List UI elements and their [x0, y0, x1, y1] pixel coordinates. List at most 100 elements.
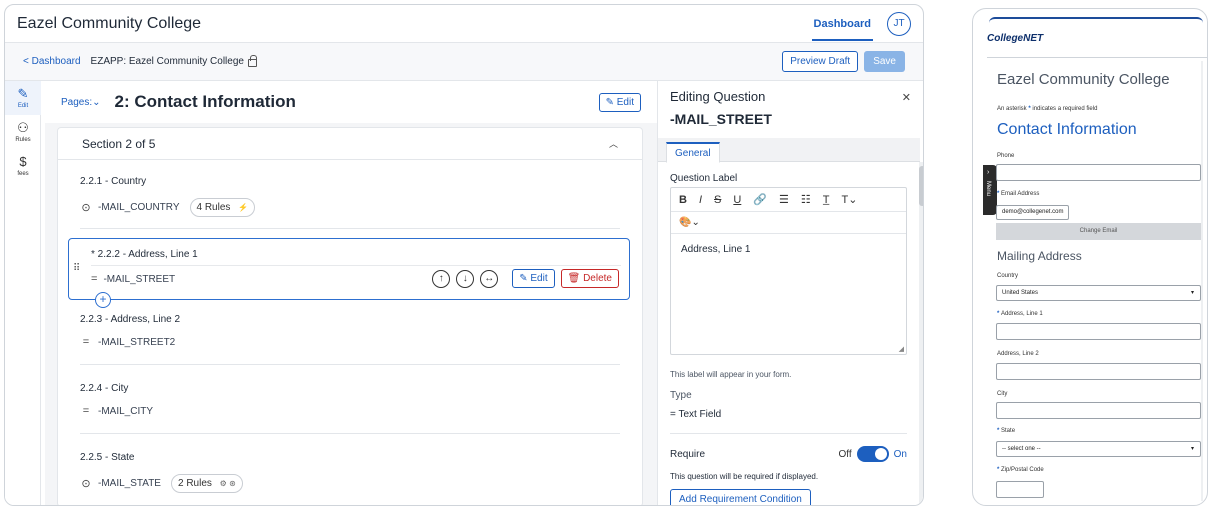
state-label-text: State: [1001, 428, 1016, 434]
bulleted-list-icon[interactable]: ☰: [779, 193, 789, 206]
menu-tab[interactable]: › Menu: [983, 165, 997, 215]
rte-content[interactable]: Address, Line 1: [671, 234, 906, 265]
resize-handle-icon[interactable]: ◢: [899, 345, 904, 353]
dropdown-icon: ⊙: [81, 202, 91, 214]
address1-input[interactable]: [996, 323, 1201, 340]
rich-text-editor[interactable]: B I S U 🔗 ☰ ☷ T̲ T⌄ 🎨⌄ Address, Line 1 ◢: [670, 187, 907, 355]
editing-panel: Editing Question -MAIL_STREET ✕ General …: [657, 81, 923, 505]
address2-input[interactable]: [996, 363, 1201, 380]
text-size-icon[interactable]: T⌄: [842, 193, 858, 206]
underline-icon[interactable]: U: [733, 194, 741, 206]
phone-input[interactable]: [996, 164, 1201, 181]
link-icon[interactable]: 🔗: [753, 193, 767, 206]
rules-count: 4 Rules: [196, 202, 231, 213]
country-value: United States: [1002, 290, 1039, 296]
move-horizontal-icon[interactable]: ↔: [480, 269, 499, 288]
pencil-icon: ✎: [17, 86, 29, 101]
avatar[interactable]: JT: [887, 11, 911, 36]
preview-section-title: Contact Information: [997, 121, 1137, 138]
country-label: Country: [997, 273, 1019, 279]
rules-chip[interactable]: 4 Rules ⚡: [189, 198, 256, 217]
change-email-button[interactable]: Change Email: [996, 223, 1201, 240]
save-button[interactable]: Save: [864, 51, 905, 72]
section-card: Section 2 of 5 ︿ 2.2.1 - Country ⊙ -MAIL…: [57, 127, 643, 505]
question-label: 2.2.1 - Country: [80, 176, 147, 187]
rail-item-rules[interactable]: ⚇ Rules: [5, 115, 41, 149]
close-icon[interactable]: ✕: [902, 91, 911, 104]
type-value: = Text Field: [670, 409, 722, 420]
preview-draft-button[interactable]: Preview Draft: [782, 51, 859, 72]
chevron-right-icon: ›: [987, 169, 990, 176]
divider: [91, 265, 621, 266]
rail-item-fees[interactable]: $ fees: [5, 149, 41, 183]
rail-item-edit[interactable]: ✎ Edit: [5, 81, 41, 115]
move-up-icon[interactable]: ↑: [432, 269, 451, 288]
screen: Eazel Community College Dashboard JT < D…: [0, 0, 1212, 510]
mobile-preview: CollegeNET › Menu Eazel Community Colleg…: [972, 8, 1208, 506]
question-item[interactable]: 2.2.1 - Country ⊙ -MAIL_COUNTRY 4 Rules …: [80, 176, 620, 217]
rule-type-icon: ⚙ ⊛: [219, 479, 236, 488]
question-edit-button[interactable]: ✎ Edit: [512, 269, 555, 288]
drag-handle-icon[interactable]: ⠿: [73, 263, 80, 274]
rules-chip[interactable]: 2 Rules ⚙ ⊛: [170, 474, 243, 493]
divider: [80, 364, 620, 365]
nav-dashboard[interactable]: Dashboard: [811, 7, 873, 41]
rte-toolbar: B I S U 🔗 ☰ ☷ T̲ T⌄: [671, 188, 906, 212]
country-select[interactable]: United States ▾: [996, 285, 1201, 301]
italic-icon[interactable]: I: [699, 194, 702, 206]
toggle-on-label: On: [893, 448, 907, 460]
dropdown-icon: ⊙: [81, 478, 91, 490]
top-bar: Eazel Community College Dashboard JT: [5, 5, 923, 43]
address1-label: * Address, Line 1: [997, 311, 1043, 317]
tab-general[interactable]: General: [666, 142, 720, 163]
palette-icon[interactable]: 🎨⌄: [679, 217, 700, 228]
zip-label: * Zip/Postal Code: [997, 467, 1044, 473]
city-input[interactable]: [996, 402, 1201, 419]
question-item-selected[interactable]: ⠿ * 2.2.2 - Address, Line 1 = -MAIL_STRE…: [68, 238, 630, 308]
question-field-name: -MAIL_COUNTRY: [98, 202, 180, 213]
require-caption: Require: [670, 449, 706, 460]
move-down-icon[interactable]: ↓: [456, 269, 475, 288]
question-item[interactable]: 2.2.3 - Address, Line 2 = -MAIL_STREET2: [80, 314, 620, 348]
rail-label: Rules: [15, 137, 31, 143]
question-field-name: -MAIL_CITY: [98, 405, 154, 417]
page-edit-button[interactable]: ✎ Edit: [598, 92, 641, 112]
question-label: 2.2.5 - State: [80, 452, 135, 463]
lightning-icon: ⚡: [238, 203, 249, 212]
text-field-icon: =: [91, 273, 98, 285]
preview-scrollbar[interactable]: [1201, 61, 1203, 501]
address1-label-text: Address, Line 1: [1001, 311, 1043, 317]
clear-format-icon[interactable]: T̲: [823, 194, 830, 206]
zip-input[interactable]: [996, 481, 1044, 498]
state-value: -- select one --: [1002, 446, 1041, 452]
page-header: Pages:⌄ 2: Contact Information ✎ Edit: [45, 81, 657, 123]
add-requirement-condition-button[interactable]: Add Requirement Condition: [670, 489, 811, 505]
bold-icon[interactable]: B: [679, 194, 687, 206]
add-question-icon[interactable]: +: [95, 292, 111, 308]
address2-label: Address, Line 2: [997, 351, 1039, 357]
question-item[interactable]: 2.2.5 - State ⊙ -MAIL_STATE 2 Rules ⚙ ⊛: [80, 452, 620, 493]
require-toggle[interactable]: [856, 446, 889, 462]
section-header[interactable]: Section 2 of 5 ︿: [58, 128, 642, 160]
rules-count: 2 Rules: [177, 478, 212, 489]
strikethrough-icon[interactable]: S: [714, 194, 721, 206]
menu-label: Menu: [985, 181, 991, 197]
chevron-up-icon[interactable]: ︿: [609, 137, 618, 150]
question-actions: ↑ ↓ ↔ ✎ Edit 🗑 Delete: [426, 269, 619, 288]
state-select[interactable]: -- select one -- ▾: [996, 441, 1201, 457]
question-label: * 2.2.2 - Address, Line 1: [91, 249, 198, 260]
pages-dropdown[interactable]: Pages:⌄: [61, 97, 101, 108]
email-value: demo@collegenet.com: [996, 205, 1070, 220]
question-label: 2.2.3 - Address, Line 2: [80, 314, 181, 325]
text-field-icon: =: [82, 405, 90, 417]
question-item[interactable]: 2.2.4 - City = -MAIL_CITY: [80, 383, 620, 417]
question-list-pane: Section 2 of 5 ︿ 2.2.1 - Country ⊙ -MAIL…: [45, 123, 657, 505]
rules-icon: ⚇: [17, 120, 29, 135]
chevron-down-icon: ▾: [1190, 290, 1194, 296]
numbered-list-icon[interactable]: ☷: [801, 193, 811, 206]
breadcrumb-dashboard-link[interactable]: < Dashboard: [23, 56, 81, 67]
text-field-icon: =: [82, 336, 90, 348]
panel-scrollbar[interactable]: [919, 162, 923, 505]
question-delete-button[interactable]: 🗑 Delete: [560, 269, 619, 288]
divider: [80, 228, 620, 229]
